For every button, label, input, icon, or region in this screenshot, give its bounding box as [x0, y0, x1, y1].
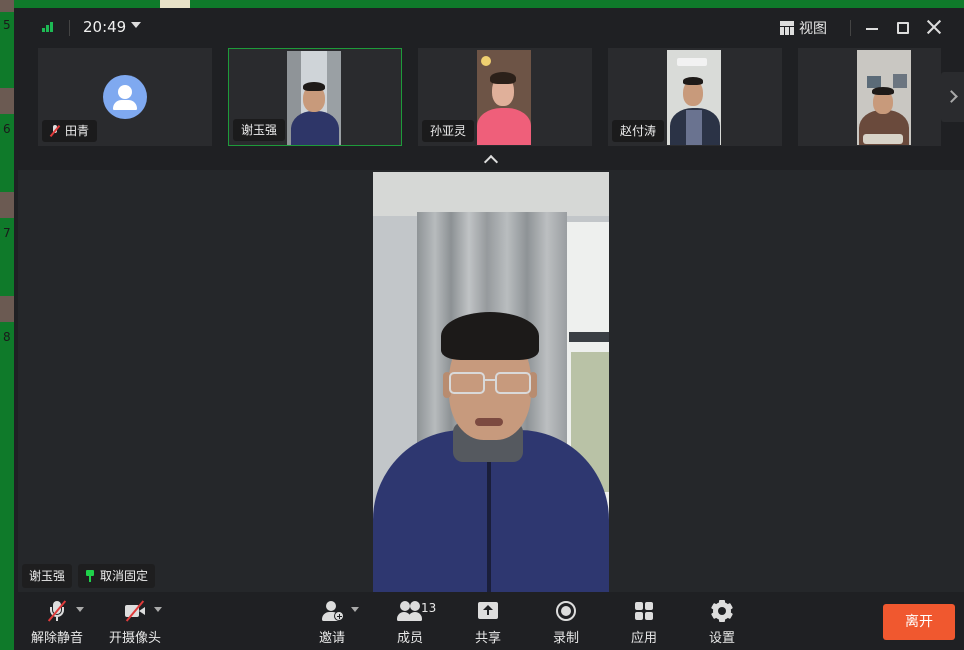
participant-video: [857, 50, 911, 145]
unmute-button[interactable]: 解除静音: [28, 598, 86, 646]
record-label: 录制: [552, 631, 579, 646]
divider: [69, 20, 70, 36]
minimize-icon: [866, 28, 878, 30]
record-icon: [554, 599, 578, 622]
desktop-thumbnail: [0, 296, 14, 322]
view-button[interactable]: 视图: [780, 17, 827, 39]
members-icon: [397, 599, 422, 622]
next-page-button[interactable]: [941, 72, 964, 122]
participant-video: [667, 50, 721, 145]
desktop-thumbnail: [0, 0, 14, 12]
participant-name: 赵付涛: [620, 124, 657, 138]
participant-tile[interactable]: 田青: [38, 48, 212, 146]
minimize-button[interactable]: [860, 17, 884, 39]
invite-button[interactable]: 邀请: [312, 598, 352, 646]
grid-view-icon: [780, 21, 794, 35]
desktop-number: 5: [3, 18, 11, 32]
desktop-background-strip: 5 6 7 8: [0, 0, 14, 650]
apps-label: 应用: [630, 631, 657, 646]
participant-video: [477, 50, 531, 145]
speaker-name: 谢玉强: [29, 569, 66, 583]
meeting-clock[interactable]: 20:49: [83, 18, 126, 36]
unmute-label: 解除静音: [30, 631, 83, 646]
apps-button[interactable]: 应用: [624, 598, 664, 646]
record-button[interactable]: 录制: [546, 598, 586, 646]
desktop-tab: [160, 0, 190, 8]
participant-tile[interactable]: 孙亚灵: [418, 48, 592, 146]
close-button[interactable]: [922, 17, 946, 39]
members-label: 成员: [396, 631, 423, 646]
participant-tile[interactable]: [798, 48, 941, 146]
meeting-toolbar: 解除静音 开摄像头 邀请 成员 13 共享 录制 应用 设置 离开: [14, 592, 964, 650]
gear-icon: [710, 599, 734, 622]
members-count: 13: [421, 601, 437, 615]
settings-label: 设置: [708, 631, 735, 646]
maximize-icon: [897, 22, 909, 34]
divider: [850, 20, 851, 36]
add-user-icon: [320, 599, 344, 622]
unpin-button[interactable]: 取消固定: [78, 564, 156, 588]
audio-options-chevron-down-icon[interactable]: [76, 607, 84, 612]
leave-meeting-button[interactable]: 离开: [883, 604, 955, 640]
participant-name-chip: 田青: [42, 120, 98, 142]
participant-name-chip: 孙亚灵: [422, 120, 475, 142]
speaker-name-chip: 谢玉强: [22, 564, 73, 588]
default-avatar-icon: [103, 75, 147, 119]
invite-label: 邀请: [318, 631, 345, 646]
participant-name-chip: 谢玉强: [233, 119, 286, 141]
view-button-label: 视图: [799, 21, 827, 37]
participant-video: [287, 51, 341, 145]
camera-label: 开摄像头: [108, 631, 161, 646]
meeting-window: 20:49 视图 田青 谢玉强 孙亚灵 赵付涛 谢玉强 取消固定 解除静音 开摄…: [14, 8, 964, 650]
desktop-thumbnail: [0, 192, 14, 218]
mic-muted-icon: [45, 599, 69, 622]
network-signal-icon[interactable]: [42, 22, 56, 32]
close-icon: [925, 18, 943, 36]
speaker-video: [373, 172, 609, 592]
desktop-top-strip: [14, 0, 964, 8]
participant-tile[interactable]: 赵付涛: [608, 48, 782, 146]
desktop-thumbnail: [0, 88, 14, 114]
main-stage: 谢玉强 取消固定: [18, 170, 964, 592]
title-bar: 20:49 视图: [14, 8, 964, 48]
settings-button[interactable]: 设置: [702, 598, 742, 646]
apps-grid-icon: [632, 599, 656, 622]
participant-tile[interactable]: 谢玉强: [228, 48, 402, 146]
participant-name: 孙亚灵: [430, 124, 467, 138]
participant-name: 田青: [65, 124, 90, 138]
share-button[interactable]: 共享: [468, 598, 508, 646]
chevron-down-icon[interactable]: [131, 22, 141, 28]
unpin-label: 取消固定: [100, 569, 149, 583]
pin-icon: [85, 570, 95, 582]
desktop-number: 6: [3, 122, 11, 136]
share-label: 共享: [474, 631, 501, 646]
video-options-chevron-down-icon[interactable]: [154, 607, 162, 612]
collapse-strip-chevron-up-icon[interactable]: [484, 154, 498, 164]
desktop-number: 8: [3, 330, 11, 344]
invite-options-chevron-down-icon[interactable]: [351, 607, 359, 612]
start-camera-button[interactable]: 开摄像头: [106, 598, 164, 646]
desktop-number: 7: [3, 226, 11, 240]
participant-name: 谢玉强: [241, 123, 278, 137]
participant-name-chip: 赵付涛: [612, 120, 665, 142]
share-screen-icon: [476, 599, 500, 622]
mic-muted-icon: [50, 125, 60, 137]
maximize-button[interactable]: [891, 17, 915, 39]
camera-off-icon: [123, 599, 147, 622]
